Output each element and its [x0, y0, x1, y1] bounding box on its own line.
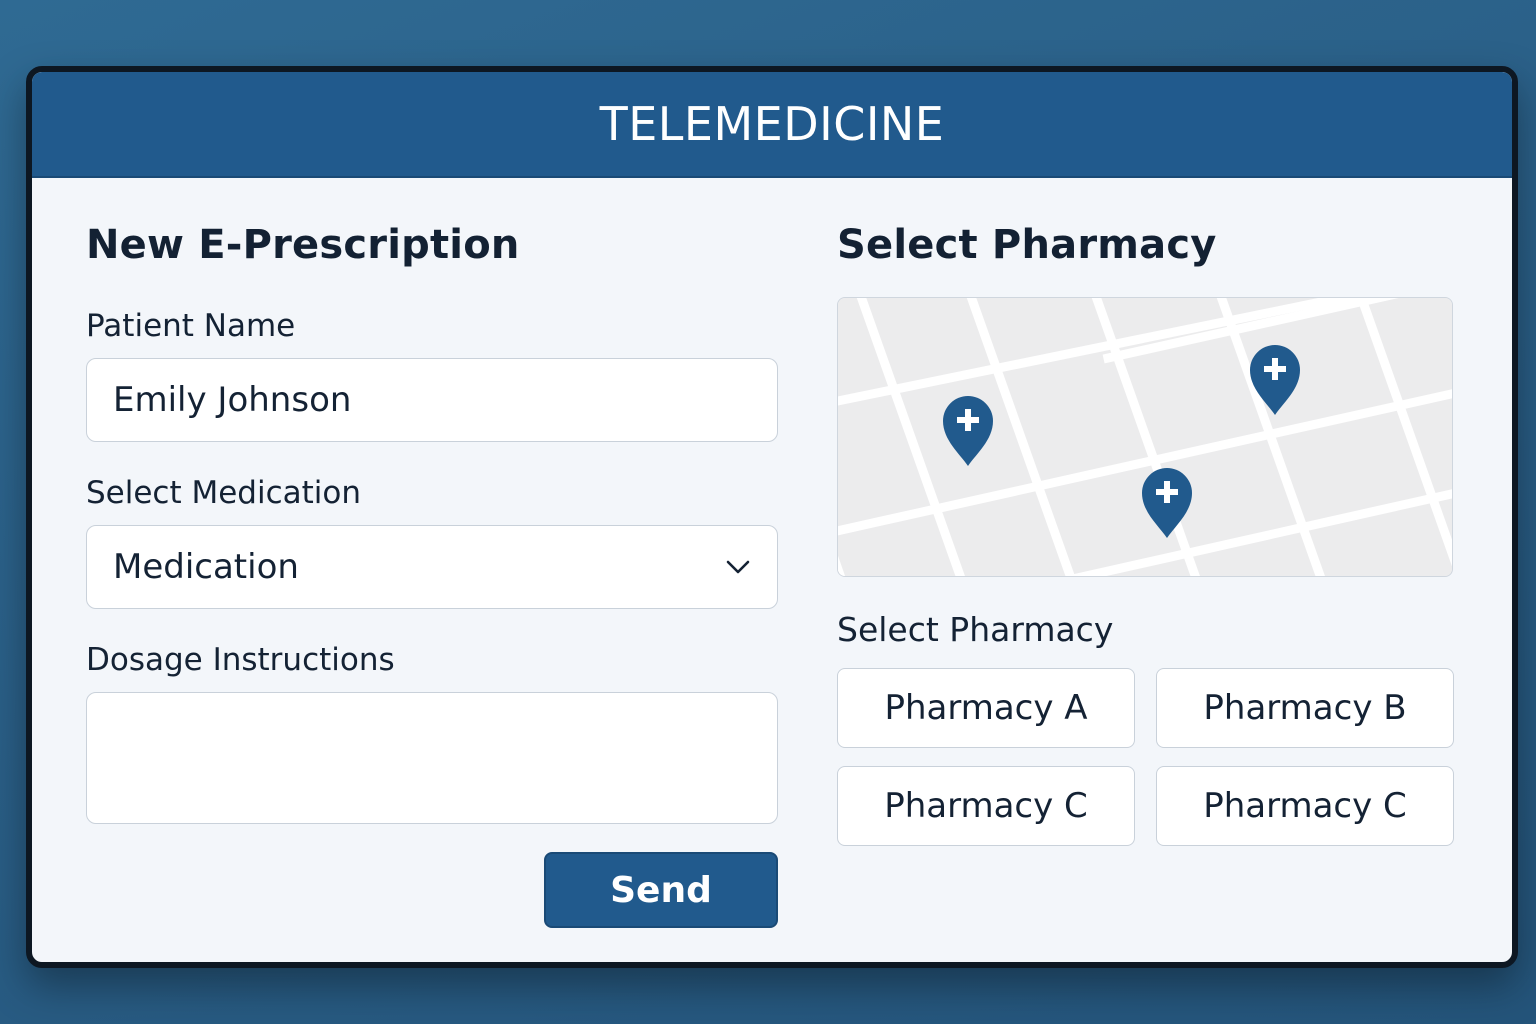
dosage-textarea[interactable] [86, 692, 778, 824]
pharmacy-option-a[interactable]: Pharmacy A [837, 668, 1135, 748]
patient-name-label: Patient Name [86, 308, 296, 344]
pharmacy-map[interactable] [837, 297, 1453, 577]
dosage-label: Dosage Instructions [86, 642, 395, 678]
pharmacy-list-heading: Select Pharmacy [837, 610, 1114, 649]
map-graphic [838, 298, 1452, 576]
pharmacy-option-c-2[interactable]: Pharmacy C [1156, 766, 1454, 846]
app-window: TELEMEDICINE New E-Prescription Patient … [26, 66, 1518, 968]
app-title: TELEMEDICINE [599, 97, 945, 151]
pharmacy-option-c[interactable]: Pharmacy C [837, 766, 1135, 846]
patient-name-value: Emily Johnson [113, 380, 352, 420]
medication-label: Select Medication [86, 475, 362, 511]
chevron-down-icon [726, 560, 750, 574]
main-content: New E-Prescription Patient Name Emily Jo… [32, 178, 1512, 962]
medication-select[interactable]: Medication [86, 525, 778, 609]
form-heading: New E-Prescription [86, 222, 520, 268]
patient-name-input[interactable]: Emily Johnson [86, 358, 778, 442]
pharmacy-heading: Select Pharmacy [837, 222, 1217, 268]
pharmacy-option-b[interactable]: Pharmacy B [1156, 668, 1454, 748]
app-header: TELEMEDICINE [32, 72, 1512, 178]
medication-selected-value: Medication [113, 547, 299, 587]
send-button[interactable]: Send [544, 852, 778, 928]
